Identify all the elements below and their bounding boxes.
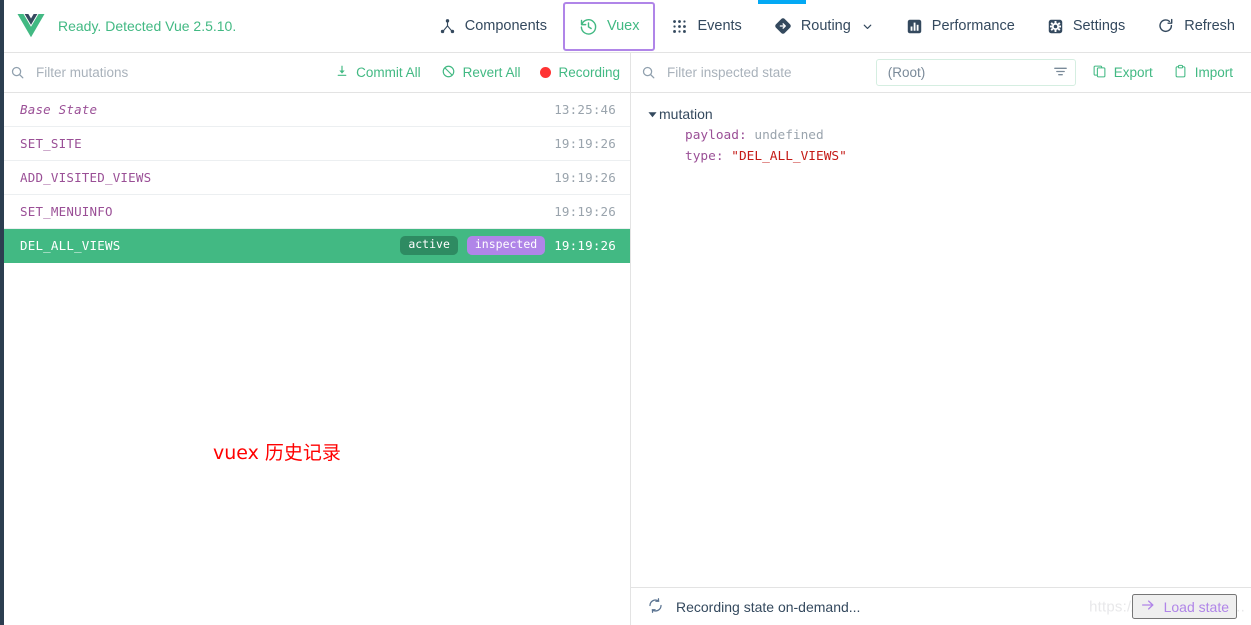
revert-all-label: Revert All <box>463 65 521 80</box>
mutation-row-del-all-views[interactable]: DEL_ALL_VIEWS active inspected 19:19:26 <box>0 229 630 263</box>
triangle-down-icon[interactable] <box>645 110 659 119</box>
tree-value: "DEL_ALL_VIEWS" <box>731 149 847 164</box>
tree-key: type <box>685 149 716 164</box>
export-label: Export <box>1114 65 1153 80</box>
tree-key: payload <box>685 128 739 143</box>
status-badge-active: active <box>400 236 458 255</box>
recording-toggle[interactable]: Recording <box>530 59 630 87</box>
mutation-row-add-visited-views[interactable]: ADD_VISITED_VIEWS 19:19:26 <box>0 161 630 195</box>
tree-root-label: mutation <box>659 106 713 122</box>
record-dot-icon <box>540 67 551 78</box>
no-entry-icon <box>441 64 456 82</box>
tab-routing[interactable]: Routing <box>758 0 890 53</box>
arrow-right-icon <box>1140 597 1156 616</box>
chevron-down-icon[interactable] <box>861 20 874 33</box>
mutation-name: ADD_VISITED_VIEWS <box>20 170 151 185</box>
tab-label: Settings <box>1073 18 1125 34</box>
filter-mutations-input[interactable] <box>34 60 325 86</box>
inspector-toolbar: (Root) Export <box>631 53 1251 92</box>
settings-gear-icon <box>1047 18 1064 35</box>
annotation-label: vuex 历史记录 <box>213 438 341 465</box>
performance-bars-icon <box>906 18 923 35</box>
commit-all-label: Commit All <box>356 65 421 80</box>
main-body: Base State 13:25:46 SET_SITE 19:19:26 AD… <box>0 93 1251 625</box>
tab-events[interactable]: Events <box>655 0 757 53</box>
filter-inspected-state-input[interactable] <box>665 60 876 86</box>
status-bar: Recording state on-demand... https://blo… <box>631 587 1251 625</box>
status-badge-inspected: inspected <box>467 236 545 255</box>
vue-logo-icon <box>16 11 46 41</box>
state-inspector-pane: mutation payload: undefined type: "DEL_A… <box>631 93 1251 625</box>
components-tree-icon <box>439 18 456 35</box>
toolbars-row: Commit All Revert All Recording <box>0 53 1251 93</box>
mutations-toolbar: Commit All Revert All Recording <box>0 53 631 92</box>
mutation-name: DEL_ALL_VIEWS <box>20 238 120 253</box>
header-tabs: Components Vuex <box>423 0 1251 53</box>
load-state-label: Load state <box>1164 599 1229 615</box>
mutation-time: 19:19:26 <box>554 204 616 219</box>
tree-root-row[interactable]: mutation <box>645 103 1251 125</box>
mutation-name: Base State <box>20 102 97 117</box>
mutation-time: 19:19:26 <box>554 170 616 185</box>
tab-label: Events <box>697 18 741 34</box>
mutation-row-set-menuinfo[interactable]: SET_MENUINFO 19:19:26 <box>0 195 630 229</box>
mutation-row-set-site[interactable]: SET_SITE 19:19:26 <box>0 127 630 161</box>
search-icon <box>10 65 26 80</box>
tab-refresh[interactable]: Refresh <box>1141 0 1251 53</box>
mutation-time: 13:25:46 <box>554 102 616 117</box>
tab-label: Performance <box>932 18 1015 34</box>
tab-label: Components <box>465 18 547 34</box>
tree-row-type[interactable]: type: "DEL_ALL_VIEWS" <box>645 146 1251 167</box>
clipboard-icon <box>1173 64 1188 82</box>
mutation-time: 19:19:26 <box>554 136 616 151</box>
vuex-history-icon <box>579 17 598 36</box>
tab-vuex[interactable]: Vuex <box>563 2 656 51</box>
top-progress-indicator <box>758 0 806 4</box>
mutation-name: SET_MENUINFO <box>20 204 113 219</box>
root-module-select[interactable]: (Root) <box>876 59 1076 86</box>
tree-value: undefined <box>754 128 823 143</box>
copy-icon <box>1092 64 1107 82</box>
tree-row-payload[interactable]: payload: undefined <box>645 125 1251 146</box>
mutation-name: SET_SITE <box>20 136 82 151</box>
search-icon <box>641 65 657 80</box>
refresh-icon <box>1157 17 1175 35</box>
tab-components[interactable]: Components <box>423 0 563 53</box>
tab-label: Vuex <box>607 18 640 34</box>
tab-settings[interactable]: Settings <box>1031 0 1141 53</box>
import-label: Import <box>1195 65 1233 80</box>
download-icon <box>335 64 349 81</box>
tab-performance[interactable]: Performance <box>890 0 1031 53</box>
root-module-value: (Root) <box>888 65 1052 80</box>
app-header: Ready. Detected Vue 2.5.10. Components <box>0 0 1251 53</box>
state-tree: mutation payload: undefined type: "DEL_A… <box>631 93 1251 587</box>
import-button[interactable]: Import <box>1163 59 1243 87</box>
commit-all-button[interactable]: Commit All <box>325 59 431 87</box>
mutation-time: 19:19:26 <box>554 238 616 253</box>
load-state-button[interactable]: Load state <box>1132 594 1237 619</box>
revert-all-button[interactable]: Revert All <box>431 59 531 87</box>
filter-lines-icon <box>1052 63 1069 83</box>
left-edge-rail <box>0 0 4 625</box>
tab-label: Routing <box>801 18 851 34</box>
events-dots-icon <box>671 18 688 35</box>
status-bar-text: Recording state on-demand... <box>676 599 860 615</box>
recording-label: Recording <box>558 65 620 80</box>
routing-diamond-icon <box>774 17 792 35</box>
tab-label: Refresh <box>1184 18 1235 34</box>
sync-icon <box>647 597 664 617</box>
mutation-row-base-state[interactable]: Base State 13:25:46 <box>0 93 630 127</box>
mutations-list-pane: Base State 13:25:46 SET_SITE 19:19:26 AD… <box>0 93 631 625</box>
detected-version-status: Ready. Detected Vue 2.5.10. <box>58 18 236 34</box>
export-button[interactable]: Export <box>1082 59 1163 87</box>
